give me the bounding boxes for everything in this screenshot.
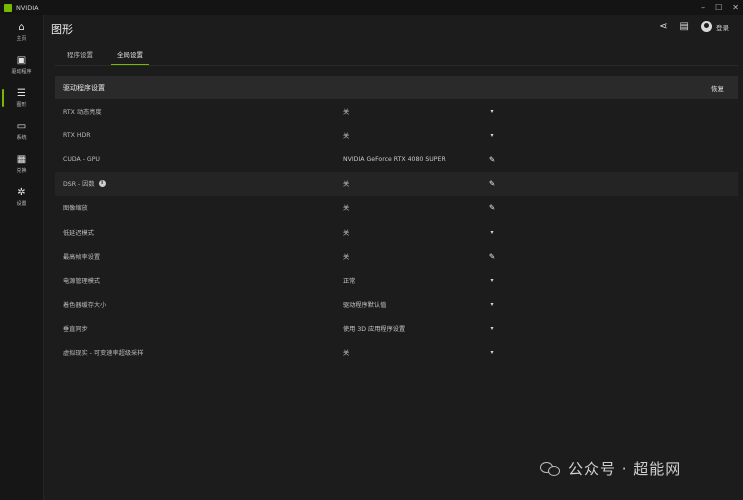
login-label: 登录 (716, 23, 729, 32)
title-bar: NVIDIA – ☐ ✕ (0, 0, 743, 15)
setting-value: NVIDIA GeForce RTX 4080 SUPER (343, 155, 446, 163)
setting-row-power-management[interactable]: 电源管理模式 正常 ▾ (55, 268, 738, 292)
dropdown-arrow-icon[interactable]: ▾ (487, 349, 497, 356)
setting-value: 关 (343, 253, 350, 261)
setting-name: RTX 动态亮度 (63, 108, 102, 116)
setting-name: 着色器缓存大小 (63, 302, 107, 310)
restore-button[interactable]: 恢复 (711, 83, 724, 93)
sidebar-item-label: 图形 (16, 101, 27, 108)
sidebar-item-label: 兑换 (16, 167, 27, 174)
setting-name: RTX HDR (63, 131, 91, 139)
redeem-icon: ▦ (16, 153, 27, 165)
minimize-button[interactable]: – (701, 3, 705, 12)
sidebar-item-label: 主页 (16, 35, 27, 42)
sidebar-item-home[interactable]: ⌂ 主页 (0, 15, 43, 48)
panel-header: 驱动程序设置 恢复 (55, 76, 738, 99)
avatar-icon (701, 21, 712, 32)
settings-tabs: 程序设置 全局设置 (55, 46, 155, 66)
sidebar-item-system[interactable]: ▭ 系统 (0, 114, 43, 147)
setting-name: 图像缩放 (63, 205, 88, 213)
driver-settings-panel: 驱动程序设置 恢复 RTX 动态亮度 关 ▾ RTX HDR 关 ▾ CUDA … (55, 76, 738, 365)
setting-name: 虚拟现实 - 可变速率超级采样 (63, 350, 144, 358)
setting-name: 电源管理模式 (63, 277, 101, 285)
sidebar-item-label: 驱动程序 (11, 68, 32, 75)
dropdown-arrow-icon[interactable]: ▾ (487, 132, 497, 139)
setting-row-shader-cache-size[interactable]: 着色器缓存大小 驱动程序默认值 ▾ (55, 293, 738, 317)
nvidia-logo-icon (4, 3, 12, 12)
setting-value[interactable]: 关 (343, 131, 349, 140)
app-name: NVIDIA (16, 3, 39, 12)
sidebar-item-settings[interactable]: ✲ 设置 (0, 180, 43, 213)
setting-value: 关 (343, 205, 350, 213)
close-button[interactable]: ✕ (732, 3, 739, 12)
maximize-button[interactable]: ☐ (715, 3, 722, 12)
setting-name: CUDA - GPU (63, 155, 100, 163)
edit-icon[interactable]: ✎ (487, 155, 497, 164)
sidebar-item-label: 设置 (16, 200, 27, 207)
header-actions: ⋖ ▤ 登录 (659, 21, 729, 32)
setting-value[interactable]: 驱动程序默认值 (343, 300, 386, 309)
feedback-icon[interactable]: ▤ (680, 21, 689, 32)
settings-icon: ✲ (17, 186, 26, 198)
dropdown-arrow-icon[interactable]: ▾ (487, 108, 497, 115)
setting-row-max-frame-rate[interactable]: 最高帧率设置 关 ✎ (55, 244, 738, 268)
setting-row-image-scaling[interactable]: 图像缩放 关 ✎ (55, 196, 738, 220)
setting-name: 最高帧率设置 (63, 253, 101, 261)
share-icon[interactable]: ⋖ (659, 21, 667, 32)
sidebar-item-drivers[interactable]: ▣ 驱动程序 (0, 48, 43, 81)
sidebar: ⌂ 主页 ▣ 驱动程序 ☰ 图形 ▭ 系统 ▦ 兑换 ✲ 设置 (0, 15, 44, 500)
info-icon[interactable]: i (98, 180, 106, 188)
watermark: 公众号 · 超能网 (540, 458, 681, 479)
setting-value[interactable]: 使用 3D 应用程序设置 (343, 324, 405, 333)
dropdown-arrow-icon[interactable]: ▾ (487, 277, 497, 284)
dropdown-arrow-icon[interactable]: ▾ (487, 229, 497, 236)
watermark-text: 公众号 · 超能网 (568, 460, 682, 478)
sidebar-item-graphics[interactable]: ☰ 图形 (0, 81, 43, 114)
setting-row-vr-variable-rate-supersampling[interactable]: 虚拟现实 - 可变速率超级采样 关 ▾ (55, 341, 738, 365)
home-icon: ⌂ (18, 21, 25, 33)
setting-row-vertical-sync[interactable]: 垂直同步 使用 3D 应用程序设置 ▾ (55, 317, 738, 341)
setting-row-low-latency-mode[interactable]: 低延迟模式 关 ▾ (55, 220, 738, 244)
edit-icon[interactable]: ✎ (487, 179, 497, 188)
setting-value[interactable]: 关 (343, 228, 349, 237)
sidebar-item-label: 系统 (16, 134, 27, 141)
login-button[interactable]: 登录 (701, 21, 729, 32)
window-controls: – ☐ ✕ (701, 0, 739, 15)
setting-name: 垂直同步 (63, 326, 88, 334)
graphics-icon: ☰ (17, 87, 26, 99)
setting-value[interactable]: 正常 (343, 276, 355, 285)
edit-icon[interactable]: ✎ (487, 252, 497, 261)
page-title: 图形 (51, 23, 73, 36)
dropdown-arrow-icon[interactable]: ▾ (487, 301, 497, 308)
setting-name: DSR - 因数 i (63, 179, 106, 188)
setting-row-rtx-dynamic-vibrance[interactable]: RTX 动态亮度 关 ▾ (55, 99, 738, 123)
setting-value[interactable]: 关 (343, 107, 349, 116)
panel-title: 驱动程序设置 (63, 83, 105, 92)
system-icon: ▭ (16, 120, 27, 132)
setting-value: 关 (343, 181, 350, 189)
setting-row-rtx-hdr[interactable]: RTX HDR 关 ▾ (55, 123, 738, 147)
sidebar-item-redeem[interactable]: ▦ 兑换 (0, 147, 43, 180)
tabs-divider (55, 65, 738, 66)
setting-row-dsr-factors[interactable]: DSR - 因数 i 关 ✎ (55, 171, 738, 196)
tab-program-settings[interactable]: 程序设置 (55, 46, 105, 66)
page-header: 图形 ⋖ ▤ 登录 (45, 15, 743, 43)
dropdown-arrow-icon[interactable]: ▾ (487, 325, 497, 332)
setting-row-cuda-gpu[interactable]: CUDA - GPU NVIDIA GeForce RTX 4080 SUPER… (55, 147, 738, 171)
edit-icon[interactable]: ✎ (487, 203, 497, 212)
setting-name: 低延迟模式 (63, 229, 94, 237)
tab-global-settings[interactable]: 全局设置 (105, 46, 155, 66)
driver-icon: ▣ (16, 54, 27, 66)
wechat-icon (540, 460, 562, 478)
setting-value[interactable]: 关 (343, 348, 349, 357)
main-content: 图形 ⋖ ▤ 登录 程序设置 全局设置 驱动程序设置 恢复 RTX 动态亮度 关… (45, 15, 743, 500)
